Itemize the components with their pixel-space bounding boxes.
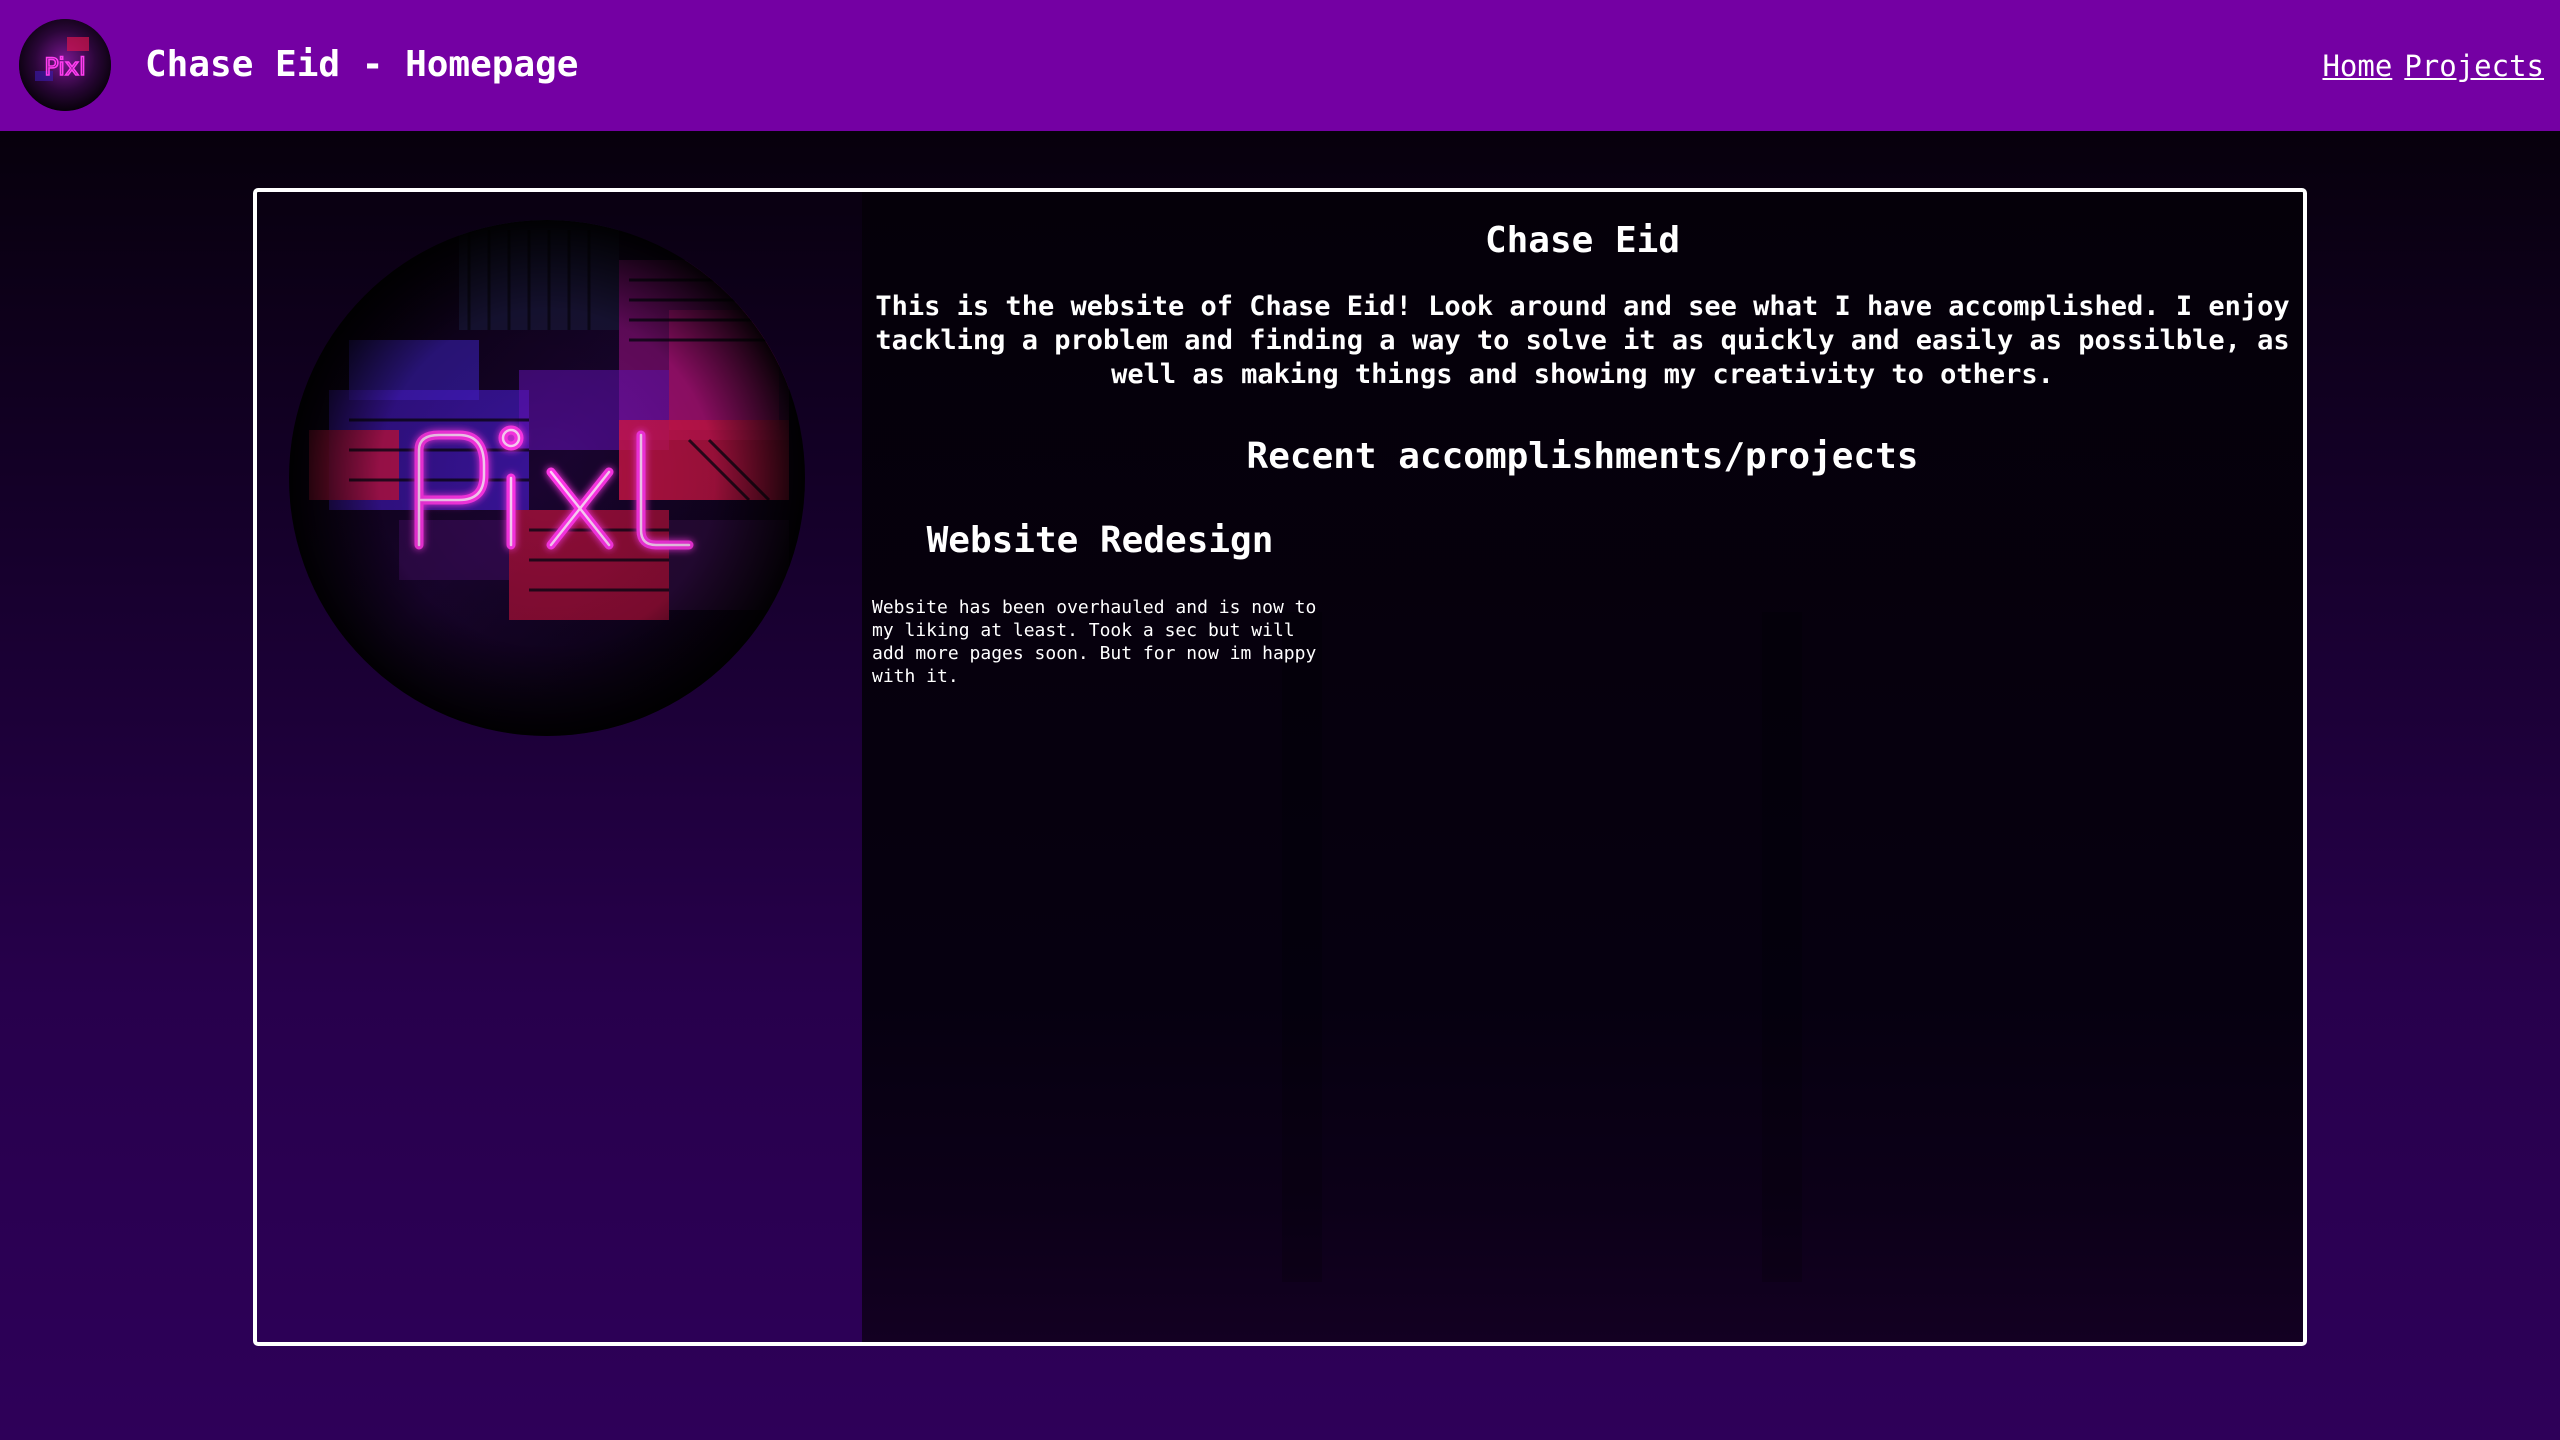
nav-links: Home Projects: [2310, 44, 2544, 88]
hero-logo: [289, 220, 805, 736]
content-box: Chase Eid This is the website of Chase E…: [253, 188, 2307, 1346]
pixl-hero-icon: [289, 220, 805, 736]
navbar: Pixl Chase Eid - Homepage Home Projects: [0, 0, 2560, 131]
intro-paragraph: This is the website of Chase Eid! Look a…: [875, 291, 2290, 390]
project-title: Website Redesign: [926, 520, 1274, 561]
site-title: Chase Eid - Homepage: [145, 44, 579, 85]
pixl-logo-icon: Pixl: [19, 19, 111, 111]
nav-link-home[interactable]: Home: [2322, 49, 2392, 83]
section-heading: Recent accomplishments/projects: [1246, 436, 1919, 477]
project-card[interactable]: Website Redesign Website has been overha…: [872, 516, 1328, 688]
column-shade: [1762, 612, 1802, 1282]
main-heading: Chase Eid: [1484, 220, 1681, 261]
right-column: Chase Eid This is the website of Chase E…: [862, 192, 2303, 1342]
nav-link-projects[interactable]: Projects: [2404, 49, 2544, 83]
project-description: Website has been overhauled and is now t…: [872, 597, 1317, 687]
column-shade: [1282, 612, 1322, 1282]
left-column: [257, 192, 862, 1342]
nav-logo[interactable]: Pixl: [19, 19, 111, 111]
svg-text:Pixl: Pixl: [44, 53, 85, 81]
